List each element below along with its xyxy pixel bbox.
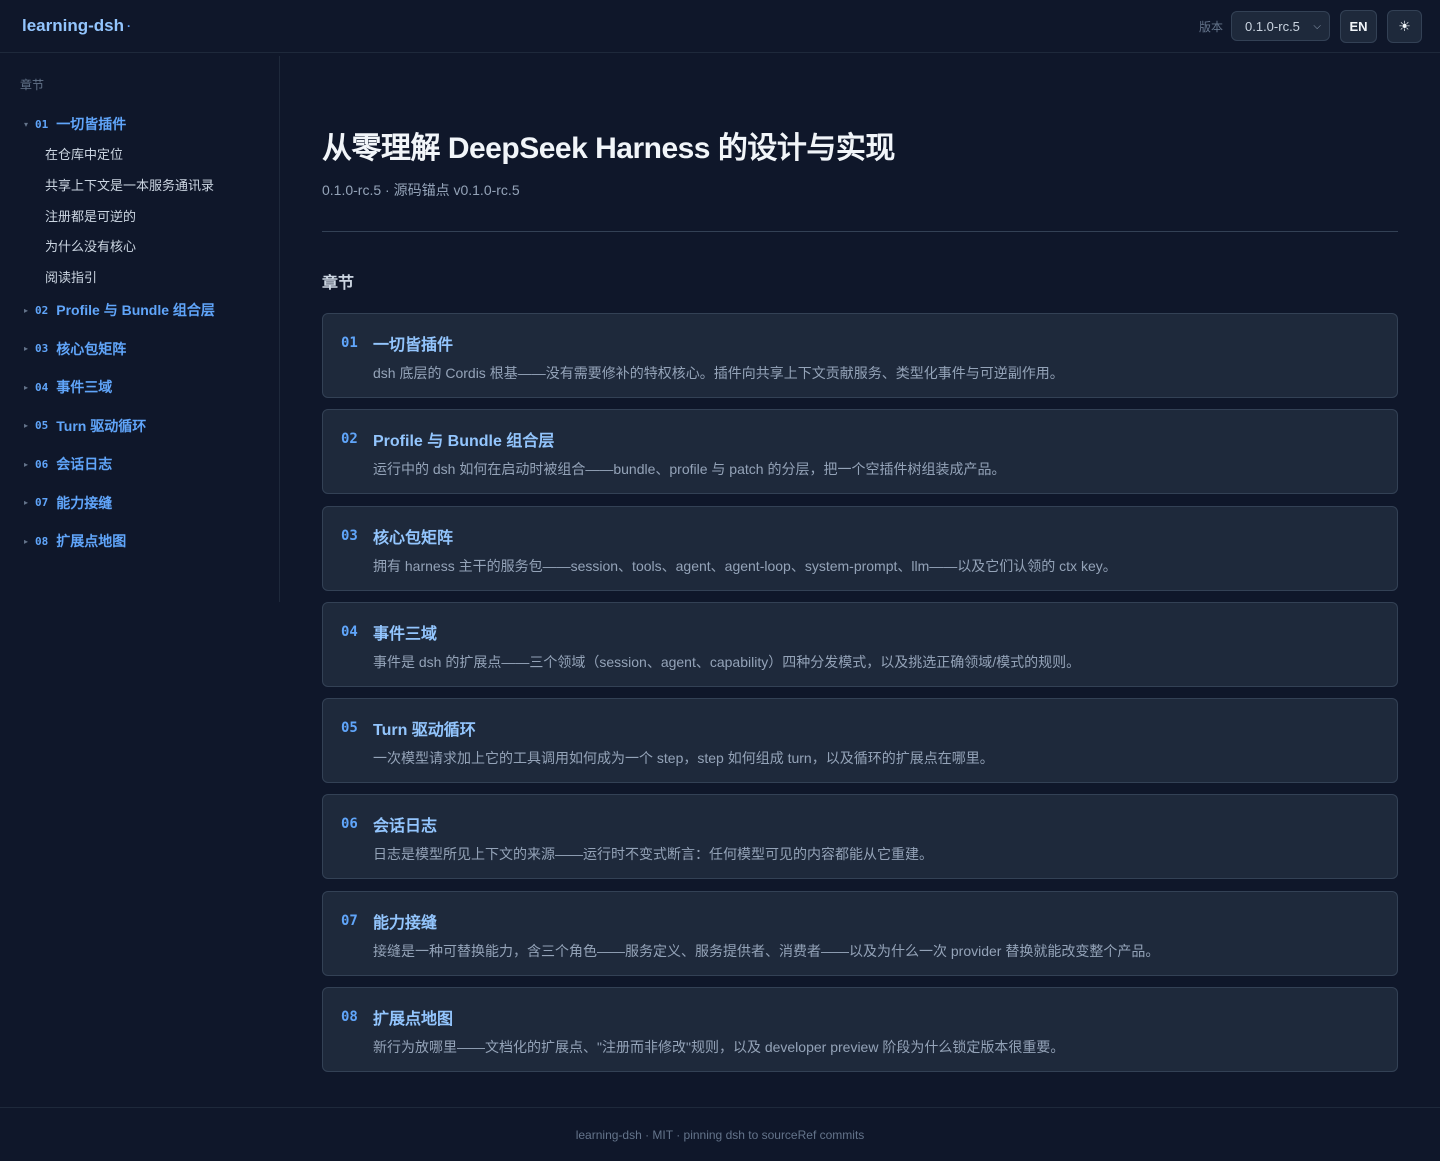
expand-toggle-icon[interactable]: ▸ — [20, 344, 35, 353]
sidebar-item-chapter-04[interactable]: ▸ 04 事件三域 — [20, 377, 279, 397]
card-title[interactable]: 能力接缝 — [373, 909, 437, 933]
sidebar-item-chapter-03[interactable]: ▸ 03 核心包矩阵 — [20, 339, 279, 359]
chapter-label: Profile 与 Bundle 组合层 — [56, 302, 215, 319]
chapter-number: 08 — [35, 534, 49, 548]
sidebar-subitem[interactable]: 注册都是可逆的 — [45, 207, 279, 227]
chapter-number: 02 — [35, 303, 49, 317]
sidebar-item-chapter-02[interactable]: ▸ 02 Profile 与 Bundle 组合层 — [20, 300, 279, 320]
chapter-label: 事件三域 — [56, 379, 113, 396]
language-toggle-button[interactable]: EN — [1340, 9, 1377, 43]
sidebar-item-chapter-08[interactable]: ▸ 08 扩展点地图 — [20, 531, 279, 551]
chapter-number: 03 — [35, 342, 49, 356]
chapter-label: Turn 驱动循环 — [56, 417, 147, 434]
sidebar-heading: 章节 — [20, 78, 45, 92]
version-label: 版本 — [1198, 19, 1223, 34]
chapter-number: 01 — [35, 117, 49, 131]
expand-toggle-icon[interactable]: ▸ — [20, 421, 35, 430]
card-title[interactable]: 事件三域 — [373, 620, 437, 644]
expand-toggle-icon[interactable]: ▸ — [20, 306, 35, 315]
expand-toggle-icon[interactable]: ▾ — [20, 120, 35, 129]
chapter-card-list: 01 一切皆插件 dsh 底层的 Cordis 根基——没有需要修补的特权核心。… — [322, 313, 1398, 1073]
card-description: 一次模型请求加上它的工具调用如何成为一个 step，step 如何组成 turn… — [373, 750, 994, 767]
chapter-label: 一切皆插件 — [56, 116, 127, 132]
card-number: 07 — [341, 912, 358, 929]
expand-toggle-icon[interactable]: ▸ — [20, 498, 35, 507]
page-title: 从零理解 DeepSeek Harness 的设计与实现 — [322, 132, 895, 165]
sidebar-subitem[interactable]: 共享上下文是一本服务通讯录 — [45, 176, 279, 196]
card-number: 04 — [341, 623, 358, 640]
chapter-label: 能力接缝 — [56, 494, 113, 511]
chapter-label: 核心包矩阵 — [56, 340, 127, 357]
card-title[interactable]: Turn 驱动循环 — [373, 716, 476, 740]
sidebar: 章节 ▾ 01 一切皆插件 在仓库中定位 共享上下文是一本服务通讯录 注册都是可… — [0, 56, 280, 602]
card-number: 08 — [341, 1009, 358, 1026]
chapter-card-03[interactable]: 03 核心包矩阵 拥有 harness 主干的服务包——session、tool… — [322, 505, 1398, 591]
chapter-number: 05 — [35, 419, 49, 433]
divider — [322, 231, 1398, 232]
header-controls: 版本 0.1.0-rc.5 ⌵ EN ☀ — [1198, 9, 1422, 43]
sidebar-subitems: 在仓库中定位 共享上下文是一本服务通讯录 注册都是可逆的 为什么没有核心 阅读指… — [45, 145, 279, 288]
sidebar-subitem[interactable]: 为什么没有核心 — [45, 237, 279, 257]
brand-logo[interactable]: learning-dsh · — [22, 16, 131, 36]
card-description: 运行中的 dsh 如何在启动时被组合——bundle、profile 与 pat… — [373, 461, 1006, 478]
card-title[interactable]: 核心包矩阵 — [373, 524, 453, 548]
version-select-value: 0.1.0-rc.5 — [1245, 18, 1300, 34]
card-number: 05 — [341, 720, 358, 737]
chapter-card-07[interactable]: 07 能力接缝 接缝是一种可替换能力，含三个角色——服务定义、服务提供者、消费者… — [322, 890, 1398, 976]
card-title[interactable]: 一切皆插件 — [373, 331, 453, 355]
sidebar-item-chapter-06[interactable]: ▸ 06 会话日志 — [20, 454, 279, 474]
card-number: 01 — [341, 335, 358, 351]
card-number: 03 — [341, 527, 358, 544]
sidebar-item-chapter-05[interactable]: ▸ 05 Turn 驱动循环 — [20, 416, 279, 436]
footer: learning-dsh · MIT · pinning dsh to sour… — [0, 1107, 1440, 1161]
sidebar-item-chapter-07[interactable]: ▸ 07 能力接缝 — [20, 493, 279, 513]
section-title: 章节 — [322, 275, 355, 292]
card-description: 新行为放哪里——文档化的扩展点、"注册而非修改"规则，以及 developer … — [373, 1039, 1065, 1056]
card-number: 02 — [341, 431, 358, 448]
sidebar-subitem[interactable]: 在仓库中定位 — [45, 145, 279, 165]
card-number: 06 — [341, 816, 358, 833]
footer-text: learning-dsh · MIT · pinning dsh to sour… — [575, 1127, 865, 1142]
version-select[interactable]: 0.1.0-rc.5 ⌵ — [1231, 11, 1330, 41]
main-content: 从零理解 DeepSeek Harness 的设计与实现 0.1.0-rc.5 … — [322, 56, 1398, 1083]
chapter-number: 06 — [35, 457, 49, 471]
card-description: 日志是模型所见上下文的来源——运行时不变式断言：任何模型可见的内容都能从它重建。 — [373, 846, 933, 863]
chapter-label: 扩展点地图 — [56, 533, 127, 550]
top-bar: learning-dsh · 版本 0.1.0-rc.5 ⌵ EN ☀ — [0, 0, 1440, 53]
chapter-card-06[interactable]: 06 会话日志 日志是模型所见上下文的来源——运行时不变式断言：任何模型可见的内… — [322, 794, 1398, 880]
card-description: 拥有 harness 主干的服务包——session、tools、agent、a… — [373, 557, 1117, 574]
card-title[interactable]: 扩展点地图 — [373, 1005, 453, 1029]
card-description: dsh 底层的 Cordis 根基——没有需要修补的特权核心。插件向共享上下文贡… — [373, 365, 1064, 381]
expand-toggle-icon[interactable]: ▸ — [20, 537, 35, 546]
chevron-down-icon: ⌵ — [1313, 20, 1321, 32]
chapter-card-02[interactable]: 02 Profile 与 Bundle 组合层 运行中的 dsh 如何在启动时被… — [322, 409, 1398, 495]
expand-toggle-icon[interactable]: ▸ — [20, 460, 35, 469]
expand-toggle-icon[interactable]: ▸ — [20, 383, 35, 392]
chapter-card-04[interactable]: 04 事件三域 事件是 dsh 的扩展点——三个领域（session、agent… — [322, 601, 1398, 687]
chapter-card-08[interactable]: 08 扩展点地图 新行为放哪里——文档化的扩展点、"注册而非修改"规则，以及 d… — [322, 987, 1398, 1073]
card-title[interactable]: Profile 与 Bundle 组合层 — [373, 427, 554, 451]
page-subtitle: 0.1.0-rc.5 · 源码锚点 v0.1.0-rc.5 — [322, 182, 520, 198]
theme-toggle-button[interactable]: ☀ — [1387, 9, 1422, 43]
brand-dot-icon: · — [127, 19, 132, 33]
sidebar-subitem[interactable]: 阅读指引 — [45, 268, 279, 288]
brand-name[interactable]: learning-dsh — [22, 16, 124, 36]
chapter-card-01[interactable]: 01 一切皆插件 dsh 底层的 Cordis 根基——没有需要修补的特权核心。… — [322, 313, 1398, 398]
card-description: 事件是 dsh 的扩展点——三个领域（session、agent、capabil… — [373, 653, 1081, 670]
chapter-number: 07 — [35, 496, 49, 510]
chapter-number: 04 — [35, 380, 49, 394]
card-description: 接缝是一种可替换能力，含三个角色——服务定义、服务提供者、消费者——以及为什么一… — [373, 942, 1160, 959]
chapter-label: 会话日志 — [56, 456, 113, 473]
sidebar-item-chapter-01[interactable]: ▾ 01 一切皆插件 — [20, 114, 279, 134]
chapter-card-05[interactable]: 05 Turn 驱动循环 一次模型请求加上它的工具调用如何成为一个 step，s… — [322, 698, 1398, 784]
sun-icon: ☀ — [1398, 17, 1411, 34]
card-title[interactable]: 会话日志 — [373, 812, 437, 836]
